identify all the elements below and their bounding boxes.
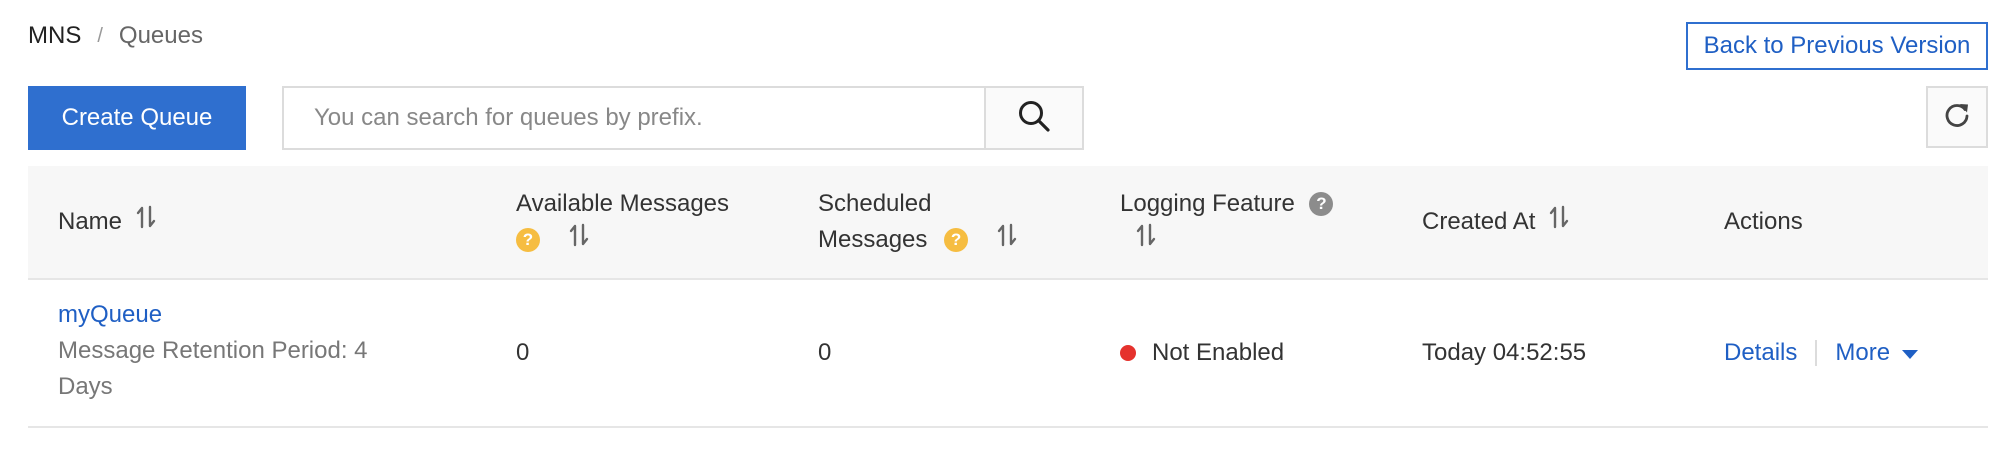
action-divider bbox=[1815, 340, 1818, 366]
help-icon[interactable]: ? bbox=[516, 228, 540, 253]
column-name: Name bbox=[58, 166, 156, 278]
sort-icon[interactable] bbox=[136, 204, 156, 240]
logging-status: Not Enabled bbox=[1152, 339, 1285, 366]
column-logging-label: Logging Feature bbox=[1120, 189, 1295, 217]
column-scheduled-label-line1: Scheduled bbox=[818, 189, 932, 217]
search-button[interactable] bbox=[984, 88, 1082, 148]
status-dot-icon bbox=[1120, 345, 1136, 361]
help-icon[interactable]: ? bbox=[1309, 192, 1334, 217]
column-available-label: Available Messages bbox=[516, 189, 730, 217]
help-icon[interactable]: ? bbox=[944, 228, 969, 253]
cell-actions: Details More bbox=[1724, 280, 1919, 426]
refresh-icon bbox=[1943, 101, 1971, 134]
cell-available-messages: 0 bbox=[516, 339, 530, 366]
cell-created-at: Today 04:52:55 bbox=[1422, 339, 1587, 366]
caret-down-icon bbox=[1901, 339, 1919, 367]
column-created-label: Created At bbox=[1422, 208, 1536, 235]
table-row: myQueue Message Retention Period: 4 Days… bbox=[28, 280, 1988, 428]
details-link[interactable]: Details bbox=[1724, 339, 1797, 367]
refresh-button[interactable] bbox=[1926, 86, 1988, 148]
retention-period: Message Retention Period: 4 Days bbox=[58, 337, 368, 400]
cell-logging-feature: Not Enabled bbox=[1120, 280, 1284, 426]
search-icon bbox=[1017, 99, 1051, 138]
search-input[interactable] bbox=[284, 88, 984, 148]
sort-icon[interactable] bbox=[997, 222, 1017, 258]
column-created-at: Created At bbox=[1422, 166, 1569, 278]
column-scheduled-messages: Scheduled Messages ? bbox=[818, 166, 1017, 278]
queues-table: Name Available Messages ? Scheduled Mess… bbox=[28, 166, 1988, 428]
column-name-label: Name bbox=[58, 208, 123, 235]
breadcrumb: MNS / Queues bbox=[28, 22, 203, 50]
breadcrumb-separator: / bbox=[97, 24, 103, 47]
breadcrumb-root[interactable]: MNS bbox=[28, 22, 81, 50]
cell-scheduled-messages: 0 bbox=[818, 339, 832, 366]
column-available-messages: Available Messages ? bbox=[516, 166, 729, 278]
breadcrumb-current: Queues bbox=[118, 22, 203, 49]
more-label: More bbox=[1835, 338, 1891, 366]
column-actions: Actions bbox=[1724, 166, 1803, 278]
sort-icon[interactable] bbox=[569, 222, 589, 258]
queue-name-link[interactable]: myQueue bbox=[58, 301, 388, 329]
sort-icon[interactable] bbox=[1136, 222, 1156, 258]
column-logging-feature: Logging Feature ? bbox=[1120, 166, 1334, 278]
back-to-previous-version-button[interactable]: Back to Previous Version bbox=[1686, 22, 1988, 70]
search-box bbox=[282, 86, 1084, 150]
cell-name: myQueue Message Retention Period: 4 Days bbox=[58, 280, 388, 426]
sort-icon[interactable] bbox=[1549, 204, 1569, 240]
column-actions-label: Actions bbox=[1724, 208, 1803, 235]
create-queue-button[interactable]: Create Queue bbox=[28, 86, 246, 150]
column-scheduled-label-line2: Messages bbox=[818, 225, 928, 253]
table-header: Name Available Messages ? Scheduled Mess… bbox=[28, 166, 1988, 280]
more-dropdown[interactable]: More bbox=[1835, 339, 1918, 368]
